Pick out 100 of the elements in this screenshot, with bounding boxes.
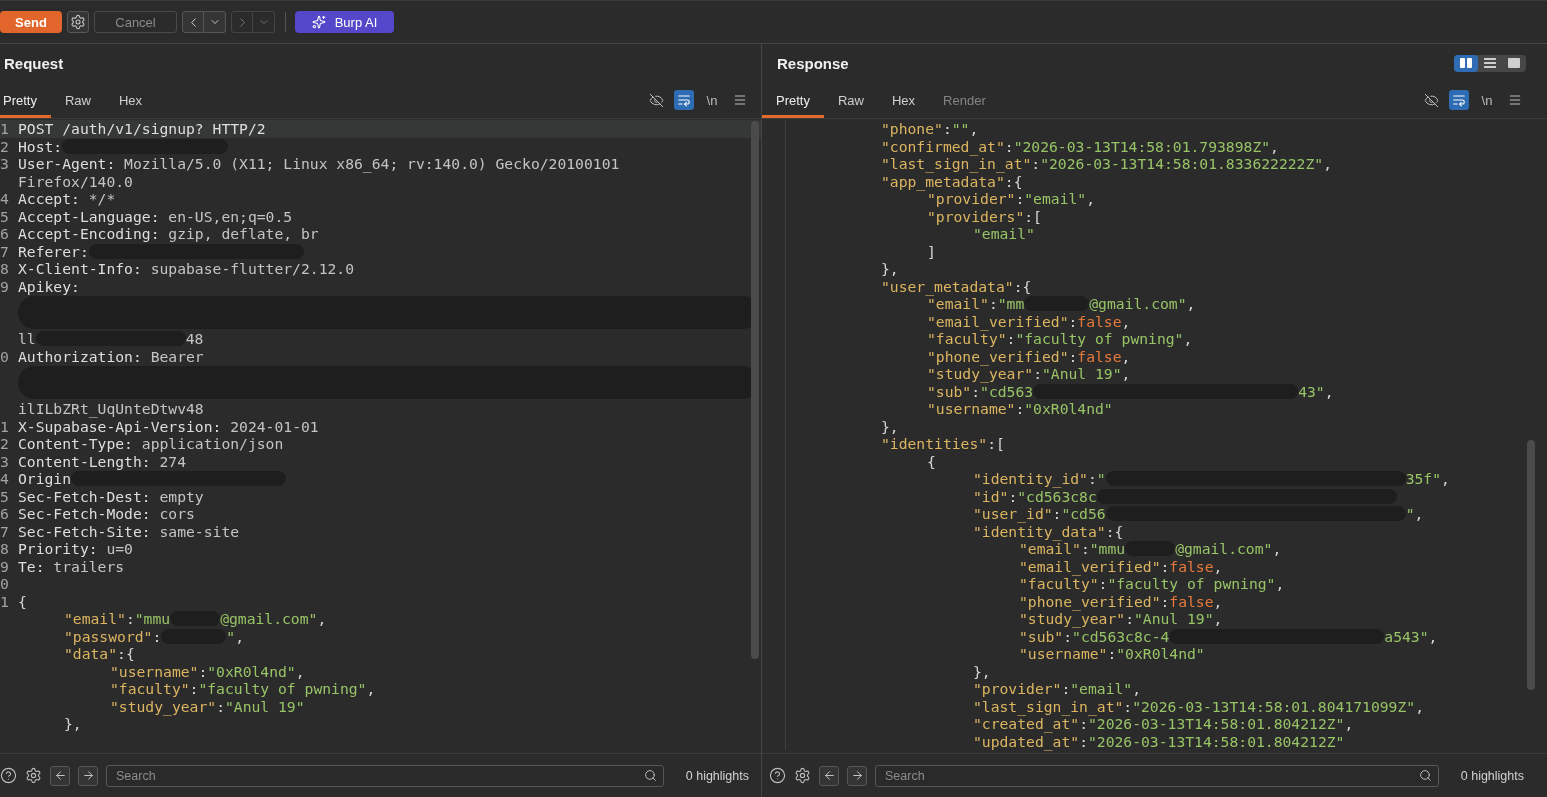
line-number: 3 xyxy=(0,452,9,470)
code-text: }, xyxy=(973,662,991,680)
code-text: "user_id":"cd56 xyxy=(973,505,1106,523)
search-icon xyxy=(643,768,657,782)
line-number: 1 xyxy=(0,120,9,138)
code-text: "study_year":"Anul 19", xyxy=(1019,610,1223,628)
line-number: 5 xyxy=(0,487,9,505)
code-text: "phone_verified":false, xyxy=(1019,592,1223,610)
line-number: 1 xyxy=(0,417,9,435)
code-text: "study_year":"Anul 19", xyxy=(927,365,1131,383)
search-field[interactable]: Search xyxy=(106,764,664,787)
code-text: "id":"cd563c8c xyxy=(973,487,1097,505)
rows-icon xyxy=(1484,58,1496,68)
code-text: "username":"0xR0l4nd" xyxy=(1019,645,1205,663)
tab[interactable]: Raw xyxy=(50,82,105,118)
code-text: "identity_id":" xyxy=(973,470,1106,488)
wrap-toggle[interactable] xyxy=(674,90,694,110)
scrollbar-thumb[interactable] xyxy=(751,121,759,659)
ai-button[interactable]: Burp AI xyxy=(295,11,394,33)
code-text: a543", xyxy=(1384,627,1438,645)
newline-toggle[interactable]: \n xyxy=(1477,90,1497,110)
newline-toggle[interactable]: \n xyxy=(702,90,722,110)
code-text: User-Agent: Mozilla/5.0 (X11; Linux x86_64; rv:140.0) Gecko/20100101 xyxy=(18,155,620,173)
gear-icon xyxy=(70,14,86,30)
code-text: "faculty":"faculty of pwning", xyxy=(927,330,1193,348)
tab[interactable]: Hex xyxy=(105,82,157,118)
code-text: "phone_verified":false, xyxy=(927,347,1131,365)
code-text: 35f", xyxy=(1405,470,1450,488)
code-text: Content-Length: 274 xyxy=(18,452,186,470)
code-text: "providers":[ xyxy=(927,207,1042,225)
panel-title: Response xyxy=(777,54,849,72)
line-number: 5 xyxy=(0,207,9,225)
code-text: Authorization: Bearer xyxy=(18,347,204,365)
search-icon xyxy=(1418,768,1432,782)
code-text: Referer: xyxy=(18,242,89,260)
code-text: }, xyxy=(64,715,82,733)
code-text: "updated_at":"2026-03-13T14:58:01.804212Z" xyxy=(973,732,1345,750)
line-number: 6 xyxy=(0,225,9,243)
code-text: ", xyxy=(226,627,244,645)
line-number: 8 xyxy=(0,260,9,278)
columns-icon xyxy=(1460,58,1472,68)
text-wrap-icon xyxy=(1452,93,1466,107)
code-text: Te: trailers xyxy=(18,557,125,575)
settings-button[interactable] xyxy=(67,11,89,33)
tab[interactable]: Raw xyxy=(823,82,878,118)
square-icon xyxy=(1508,58,1520,68)
previous-match-button[interactable] xyxy=(50,765,70,786)
code-text: "username":"0xR0l4nd", xyxy=(110,662,305,680)
code-text: }, xyxy=(881,260,899,278)
scrollbar-thumb[interactable] xyxy=(1527,440,1535,690)
tab[interactable]: Hex xyxy=(878,82,930,118)
code-text: "identities":[ xyxy=(881,435,1005,453)
next-match-button[interactable] xyxy=(847,765,867,786)
gear-icon[interactable] xyxy=(794,767,811,784)
arrow-right-icon xyxy=(850,769,864,782)
code-text: "sub":"cd563 xyxy=(927,382,1034,400)
code-text: Origin xyxy=(18,470,72,488)
panel-title: Request xyxy=(4,54,64,72)
next-match-button[interactable] xyxy=(78,765,98,786)
code-text: ll xyxy=(18,330,36,348)
code-text: "confirmed_at":"2026-03-13T14:58:01.793898Z", xyxy=(881,137,1279,155)
code-text: Firefox/140.0 xyxy=(18,172,133,190)
code-text: POST /auth/v1/signup? HTTP/2 xyxy=(18,120,266,138)
code-text: ", xyxy=(1405,505,1424,523)
code-text: Accept-Encoding: gzip, deflate, br xyxy=(18,225,319,243)
line-number: 8 xyxy=(0,540,9,558)
code-text: "identity_data":{ xyxy=(973,522,1124,540)
code-text: X-Supabase-Api-Version: 2024-01-01 xyxy=(18,417,319,435)
code-text: ilILbZRt_UqUnteDtwv48 xyxy=(18,400,204,418)
line-number: 4 xyxy=(0,470,9,488)
layout-button[interactable] xyxy=(1454,54,1478,72)
menu-icon xyxy=(1508,93,1522,107)
code-text: "user_metadata":{ xyxy=(881,277,1032,295)
line-number: 9 xyxy=(0,557,9,575)
code-text: "password": xyxy=(64,627,162,645)
code-text: "last_sign_in_at":"2026-03-13T14:58:01.833622222Z", xyxy=(881,155,1332,173)
search-field[interactable]: Search xyxy=(875,764,1439,787)
code-text: Sec-Fetch-Dest: empty xyxy=(18,487,204,505)
help-icon[interactable] xyxy=(769,767,786,784)
help-icon[interactable] xyxy=(0,767,17,784)
wrap-toggle[interactable] xyxy=(1449,90,1469,110)
line-number: 2 xyxy=(0,435,9,453)
arrow-left-icon xyxy=(53,769,67,782)
tab[interactable]: Pretty xyxy=(762,82,824,118)
code-text: "email_verified":false, xyxy=(927,312,1131,330)
line-number: 7 xyxy=(0,522,9,540)
highlight-count: 0 highlights xyxy=(1460,768,1524,783)
code-text: Apikey: xyxy=(18,277,80,295)
code-text: @gmail.com", xyxy=(1089,295,1196,313)
eye-slash-icon xyxy=(648,92,664,108)
line-number: 6 xyxy=(0,505,9,523)
gear-icon[interactable] xyxy=(25,767,42,784)
menu-icon xyxy=(733,93,747,107)
code-text: "study_year":"Anul 19" xyxy=(110,697,305,715)
code-text: "username":"0xR0l4nd" xyxy=(927,400,1113,418)
code-text: ] xyxy=(927,242,936,260)
sparkle-icon xyxy=(311,15,326,29)
previous-match-button[interactable] xyxy=(819,765,839,786)
code-text: @gmail.com", xyxy=(1175,540,1282,558)
back-dropdown-button[interactable] xyxy=(204,11,226,33)
